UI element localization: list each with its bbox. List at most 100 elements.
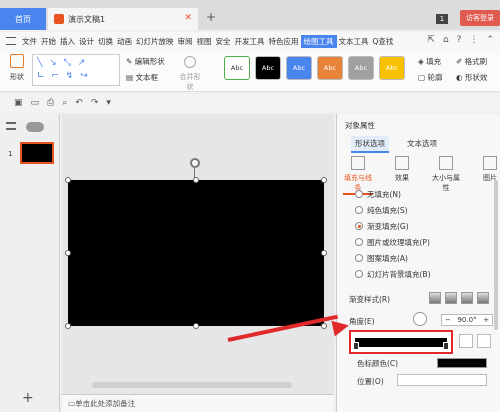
- resize-handle[interactable]: [193, 323, 199, 329]
- notes-area[interactable]: ▭ 单击此处添加备注: [62, 394, 334, 412]
- radio-solid-fill[interactable]: 纯色填充(S): [355, 202, 431, 218]
- radio-gradient-fill[interactable]: 渐变填充(G): [355, 218, 431, 234]
- title-bar: 首页 演示文稿1 ✕ + 1 访客登录: [0, 0, 500, 30]
- category-size[interactable]: 大小与属性: [431, 156, 461, 195]
- panel-scrollbar[interactable]: [494, 180, 498, 330]
- save-icon[interactable]: ▣: [14, 98, 23, 108]
- angle-dial[interactable]: [413, 312, 427, 326]
- fill-button[interactable]: ◈ 填充: [418, 56, 441, 67]
- menu-drawing-tools[interactable]: 绘图工具: [300, 34, 337, 48]
- resize-handle[interactable]: [65, 323, 71, 329]
- menu-file[interactable]: 文件: [20, 36, 39, 47]
- radio-no-fill[interactable]: 无填充(N): [355, 186, 431, 202]
- edit-shape-button[interactable]: ✎ 编辑形状: [126, 56, 165, 67]
- gradient-linear-option[interactable]: [429, 292, 441, 304]
- slide-thumbnail[interactable]: [20, 142, 54, 164]
- resize-handle[interactable]: [65, 177, 71, 183]
- shape-button[interactable]: 形状: [4, 54, 30, 82]
- rotate-handle-icon[interactable]: [190, 158, 200, 168]
- decrease-icon[interactable]: −: [445, 316, 451, 324]
- menu-text-tools[interactable]: 文本工具: [337, 36, 371, 47]
- menu-home[interactable]: 开始: [39, 36, 58, 47]
- collapse-icon[interactable]: ⌃: [486, 35, 494, 45]
- print-icon[interactable]: ⎙: [47, 98, 54, 108]
- style-swatch[interactable]: Abc: [286, 56, 312, 80]
- gradient-bar[interactable]: [355, 338, 447, 347]
- redo-icon[interactable]: ↷: [91, 98, 99, 108]
- gradient-stop-right[interactable]: [443, 342, 449, 350]
- menu-insert[interactable]: 插入: [58, 36, 77, 47]
- radio-background-fill[interactable]: 幻灯片背景填充(B): [355, 266, 431, 282]
- line-shapes-gallery[interactable]: ╲ ↘ ⤡ ↗ ∟ ⌐ ↯ ↪: [32, 54, 120, 86]
- gradient-radial-option[interactable]: [445, 292, 457, 304]
- outline-view-icon[interactable]: [6, 122, 16, 130]
- resize-handle[interactable]: [65, 250, 71, 256]
- menu-review[interactable]: 审阅: [176, 36, 195, 47]
- merge-shape-button[interactable]: 合并形状: [178, 56, 202, 92]
- gradient-rect-option[interactable]: [461, 292, 473, 304]
- menu-developer[interactable]: 开发工具: [233, 36, 267, 47]
- guest-login-button[interactable]: 访客登录: [460, 10, 500, 26]
- style-swatch[interactable]: Abc: [317, 56, 343, 80]
- menu-icon[interactable]: [6, 37, 16, 45]
- pin-icon[interactable]: ⌂: [443, 35, 449, 45]
- preview-icon[interactable]: ⌕: [62, 98, 67, 108]
- stop-color-picker[interactable]: [437, 358, 487, 368]
- outline-button[interactable]: ▢ 轮廓: [418, 72, 442, 83]
- selected-rectangle-shape[interactable]: [68, 180, 324, 326]
- radio-picture-fill[interactable]: 图片或纹理填充(P): [355, 234, 431, 250]
- folder-icon[interactable]: ▭: [31, 98, 40, 108]
- format-painter-button[interactable]: ✐ 格式刷: [456, 56, 487, 67]
- tab-text-options[interactable]: 文本选项: [403, 136, 441, 153]
- window-count-badge[interactable]: 1: [436, 14, 448, 24]
- menu-view[interactable]: 视图: [195, 36, 214, 47]
- style-swatch[interactable]: Abc: [224, 56, 250, 80]
- presentation-icon: [54, 14, 64, 24]
- effect-icon: ◐: [456, 73, 465, 82]
- notes-placeholder: 单击此处添加备注: [75, 399, 136, 408]
- slide-view-icon[interactable]: [26, 122, 44, 132]
- tab-shape-options[interactable]: 形状选项: [351, 136, 389, 153]
- increase-icon[interactable]: +: [483, 316, 489, 324]
- more-icon[interactable]: ⋮: [469, 35, 478, 45]
- paint-bucket-icon: ◈: [418, 57, 427, 66]
- menu-design[interactable]: 设计: [77, 36, 96, 47]
- resize-handle[interactable]: [321, 177, 327, 183]
- menu-slideshow[interactable]: 幻灯片放映: [134, 36, 176, 47]
- gradient-path-option[interactable]: [477, 292, 489, 304]
- angle-value: 90.0°: [457, 316, 477, 324]
- angle-input[interactable]: − 90.0° +: [441, 314, 493, 326]
- radio-pattern-fill[interactable]: 图案填充(A): [355, 250, 431, 266]
- menu-animation[interactable]: 动画: [115, 36, 134, 47]
- share-icon[interactable]: ⇱: [427, 35, 435, 45]
- resize-handle[interactable]: [321, 323, 327, 329]
- horizontal-scrollbar[interactable]: [92, 382, 292, 388]
- menu-features[interactable]: 特色应用: [267, 36, 301, 47]
- close-tab-icon[interactable]: ✕: [184, 13, 192, 23]
- menu-security[interactable]: 安全: [214, 36, 233, 47]
- help-icon[interactable]: ?: [457, 35, 462, 45]
- style-swatch[interactable]: Abc: [255, 56, 281, 80]
- radio-dot: [355, 206, 363, 214]
- menu-transition[interactable]: 切换: [96, 36, 115, 47]
- radio-dot: [355, 190, 363, 198]
- gradient-stop-left[interactable]: [353, 342, 359, 350]
- radio-dot: [355, 254, 363, 262]
- delete-stop-icon[interactable]: [477, 334, 491, 348]
- resize-handle[interactable]: [193, 177, 199, 183]
- style-swatch[interactable]: Abc: [348, 56, 374, 80]
- tab-home[interactable]: 首页: [0, 8, 46, 30]
- add-stop-icon[interactable]: [459, 334, 473, 348]
- textbox-button[interactable]: ▤ 文本框: [126, 72, 158, 83]
- style-swatch[interactable]: Abc: [379, 56, 405, 80]
- new-tab-icon[interactable]: +: [206, 10, 216, 24]
- shape-effect-button[interactable]: ◐ 形状效: [456, 72, 487, 83]
- tab-document[interactable]: 演示文稿1 ✕: [48, 8, 198, 30]
- undo-icon[interactable]: ↶: [75, 98, 83, 108]
- slide-panel: 1 +: [0, 114, 60, 412]
- dropdown-icon[interactable]: ▾: [106, 98, 111, 108]
- resize-handle[interactable]: [321, 250, 327, 256]
- add-slide-icon[interactable]: +: [22, 390, 34, 406]
- search-button[interactable]: Q查找: [371, 36, 396, 47]
- position-input[interactable]: [397, 374, 487, 386]
